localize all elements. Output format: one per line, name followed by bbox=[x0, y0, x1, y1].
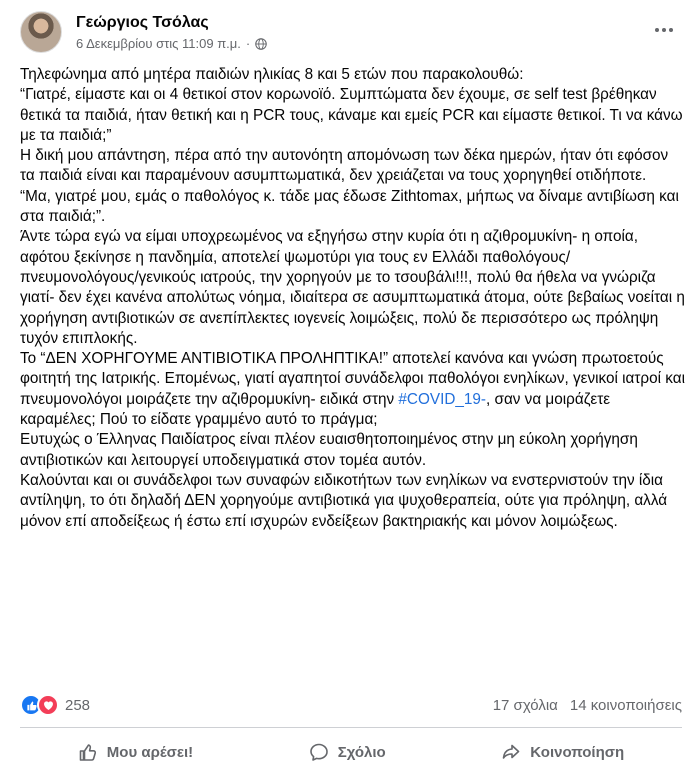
more-options-button[interactable] bbox=[648, 18, 680, 42]
post-paragraph: Ευτυχώς ο Έλληνας Παιδίατρος είναι πλέον… bbox=[20, 431, 638, 469]
post-paragraph: Η δική μου απάντηση, πέρα από την αυτονό… bbox=[20, 147, 669, 185]
post-meta: Γεώργιος Τσόλας 6 Δεκεμβρίου στις 11:09 … bbox=[76, 13, 268, 51]
post-header: Γεώργιος Τσόλας 6 Δεκεμβρίου στις 11:09 … bbox=[20, 10, 680, 54]
separator-dot: · bbox=[245, 36, 251, 51]
shares-count-link[interactable]: 14 κοινοποιήσεις bbox=[570, 697, 682, 714]
thumbs-up-icon bbox=[79, 744, 96, 761]
comment-button-label: Σχόλιο bbox=[337, 743, 386, 761]
more-dot-icon bbox=[662, 28, 666, 32]
love-icon bbox=[37, 694, 59, 716]
post-paragraph: Άντε τώρα εγώ να είμαι υποχρεωμένος να ε… bbox=[20, 228, 685, 347]
reactions-bar: 258 17 σχόλια 14 κοινοποιήσεις bbox=[20, 694, 682, 716]
like-button-label: Μου αρέσει! bbox=[106, 743, 194, 761]
share-button-label: Κοινοποίηση bbox=[530, 743, 625, 761]
share-button[interactable]: Κοινοποίηση bbox=[485, 734, 640, 770]
comments-count-link[interactable]: 17 σχόλια bbox=[493, 697, 558, 714]
action-bar: Μου αρέσει! Σχόλιο Κοινοποίηση bbox=[20, 730, 682, 774]
reaction-count[interactable]: 258 bbox=[65, 697, 90, 714]
avatar[interactable] bbox=[20, 11, 62, 53]
facebook-post: Γεώργιος Τσόλας 6 Δεκεμβρίου στις 11:09 … bbox=[0, 0, 700, 781]
post-body: Τηλεφώνημα από μητέρα παιδιών ηλικίας 8 … bbox=[20, 65, 685, 532]
reaction-icons[interactable] bbox=[20, 694, 59, 716]
post-paragraph: “Γιατρέ, είμαστε και οι 4 θετικοί στον κ… bbox=[20, 86, 683, 144]
post-timestamp[interactable]: 6 Δεκεμβρίου στις 11:09 π.μ. bbox=[76, 36, 241, 51]
comment-icon bbox=[309, 743, 328, 761]
globe-icon[interactable] bbox=[255, 37, 268, 50]
engagement-stats: 17 σχόλια 14 κοινοποιήσεις bbox=[493, 697, 682, 714]
share-icon bbox=[502, 744, 520, 759]
like-button[interactable]: Μου αρέσει! bbox=[62, 734, 209, 770]
post-subline: 6 Δεκεμβρίου στις 11:09 π.μ. · bbox=[76, 36, 268, 51]
post-paragraph: Καλούνται και οι συνάδελφοι των συναφών … bbox=[20, 471, 668, 530]
comment-button[interactable]: Σχόλιο bbox=[293, 734, 402, 770]
more-dot-icon bbox=[655, 28, 659, 32]
more-dot-icon bbox=[669, 28, 673, 32]
post-paragraph-with-hashtag: Το “ΔΕΝ ΧΟΡΗΓΟΥΜΕ ΑΝΤΙΒΙΟΤΙΚΑ ΠΡΟΛΗΠΤΙΚΑ… bbox=[20, 349, 685, 430]
post-paragraph: Τηλεφώνημα από μητέρα παιδιών ηλικίας 8 … bbox=[20, 66, 524, 83]
author-name[interactable]: Γεώργιος Τσόλας bbox=[76, 13, 267, 33]
post-paragraph: “Μα, γιατρέ μου, εμάς ο παθολόγος κ. τάδ… bbox=[20, 187, 679, 226]
hashtag-link[interactable]: #COVID_19- bbox=[398, 391, 486, 408]
divider bbox=[20, 727, 682, 728]
